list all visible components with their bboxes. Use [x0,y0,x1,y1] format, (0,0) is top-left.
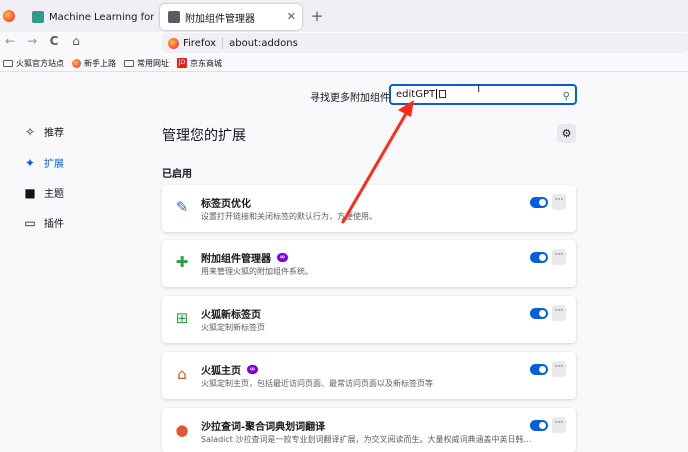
bookmark-firefox-official[interactable]: 火狐官方站点 [3,58,64,69]
extension-description: 火狐定制新标签页 [201,323,265,332]
extension-card[interactable]: ⊞ 火狐新标签页 火狐定制新标签页 ··· [162,296,576,343]
extension-name: 沙拉查词-聚合词典划词翻译 [201,422,326,433]
extension-name: 标签页优化 [201,199,251,210]
search-label: 寻找更多附加组件 [310,93,390,104]
folder-icon [3,59,13,67]
clipboard-icon [439,90,447,98]
more-options-button[interactable]: ··· [552,417,566,433]
category-label: 插件 [44,219,64,230]
mouse-cursor-icon: I [477,82,481,95]
puzzle-icon: ✚ [175,253,189,271]
new-tab-button[interactable]: + [307,6,327,26]
navigation-bar: ← → C ⌂ Firefox about:addons [0,32,688,54]
bookmark-label: 新手上路 [84,58,116,68]
bookmark-label: 京东商城 [190,58,222,68]
tab-strip: Machine Learning for Data A 附加组件管理器 ✕ + [0,0,688,32]
bookmark-jd[interactable]: JD 京东商城 [177,58,222,69]
firefox-icon [72,58,81,68]
tab-title: 附加组件管理器 [185,13,255,25]
url-text: about:addons [229,37,298,49]
tab-machine-learning[interactable]: Machine Learning for Data A [24,4,154,30]
home-icon: ⌂ [177,365,187,383]
page-icon [32,11,44,23]
firefox-menu-icon[interactable] [3,10,15,22]
reload-button[interactable]: C [46,34,62,48]
category-recommended[interactable]: ✧ 推荐 [22,124,64,140]
home-button[interactable]: ⌂ [68,34,84,48]
search-value: editGPT [396,89,436,100]
tab-title: Machine Learning for Data A [49,11,154,23]
saladict-icon: ● [175,421,189,439]
brush-icon: ■ [24,185,36,200]
recommended-badge-icon: ∞ [247,365,258,374]
sparkle-icon: ✧ [24,124,36,139]
url-bar[interactable]: Firefox about:addons [162,33,688,53]
bookmark-label: 常用网址 [137,58,169,68]
back-button[interactable]: ← [2,34,18,48]
enable-toggle[interactable] [530,252,548,263]
category-label: 扩展 [44,159,64,170]
extension-card[interactable]: ● 沙拉查词-聚合词典划词翻译 Saladict 沙拉查词是一款专业划词翻译扩展… [162,408,576,452]
folder-icon [124,59,134,67]
gear-icon[interactable]: ⚙ [557,124,576,143]
enable-toggle[interactable] [530,308,548,319]
extension-description: 设置打开链接和关闭标签的默认行为，方便使用。 [201,212,377,221]
extension-name: 火狐主页 ∞ [201,362,258,377]
category-label: 推荐 [44,128,64,139]
extension-description: 火狐定制主页，包括最近访问页面、最常访问页面以及新标签页等 [201,379,433,388]
close-tab-icon[interactable]: ✕ [287,10,296,23]
more-options-button[interactable]: ··· [552,305,566,321]
more-options-button[interactable]: ··· [552,361,566,377]
recommended-badge-icon: ∞ [277,253,288,262]
bookmark-label: 火狐官方站点 [16,58,64,68]
extension-card[interactable]: ⌂ 火狐主页 ∞ 火狐定制主页，包括最近访问页面、最常访问页面以及新标签页等 ··… [162,352,576,399]
plugin-icon: ▭ [24,215,36,230]
bookmarks-bar: 火狐官方站点 新手上路 常用网址 JD 京东商城 [0,55,688,72]
puzzle-icon: ✦ [24,155,36,170]
new-tab-icon: ⊞ [175,309,189,327]
jd-icon: JD [177,58,187,68]
extension-card[interactable]: ✎ 标签页优化 设置打开链接和关闭标签的默认行为，方便使用。 ··· [162,185,576,232]
enable-toggle[interactable] [530,420,548,431]
category-plugins[interactable]: ▭ 插件 [22,215,64,231]
brush-icon: ✎ [175,198,189,216]
more-options-button[interactable]: ··· [552,249,566,265]
category-extensions[interactable]: ✦ 扩展 [22,155,64,171]
enable-toggle[interactable] [530,364,548,375]
forward-button[interactable]: → [24,34,40,48]
enabled-heading: 已启用 [162,169,192,180]
divider [222,37,224,49]
bookmark-getting-started[interactable]: 新手上路 [72,58,116,69]
extension-name: 火狐新标签页 [201,310,261,321]
extension-card[interactable]: ✚ 附加组件管理器 ∞ 用来管理火狐的附加组件系统。 ··· [162,240,576,287]
enable-toggle[interactable] [530,197,548,208]
extension-description: 用来管理火狐的附加组件系统。 [201,267,313,276]
text-cursor-icon [436,89,438,99]
category-label: 主题 [44,189,64,200]
identity-label: Firefox [183,37,217,49]
category-themes[interactable]: ■ 主题 [22,185,64,201]
extension-description: Saladict 沙拉查词是一款专业划词翻译扩展，为交叉阅读而生。大量权威词典涵… [201,435,532,444]
page-title: 管理您的扩展 [162,128,246,144]
puzzle-icon [168,11,180,23]
tab-addons-manager[interactable]: 附加组件管理器 ✕ [160,4,302,30]
more-options-button[interactable]: ··· [552,194,566,210]
bookmark-common-sites[interactable]: 常用网址 [124,58,169,69]
firefox-icon [168,37,179,49]
extension-name: 附加组件管理器 ∞ [201,250,288,265]
addons-search-input[interactable]: editGPT ⚲ [389,84,577,105]
search-icon[interactable]: ⚲ [563,88,570,105]
